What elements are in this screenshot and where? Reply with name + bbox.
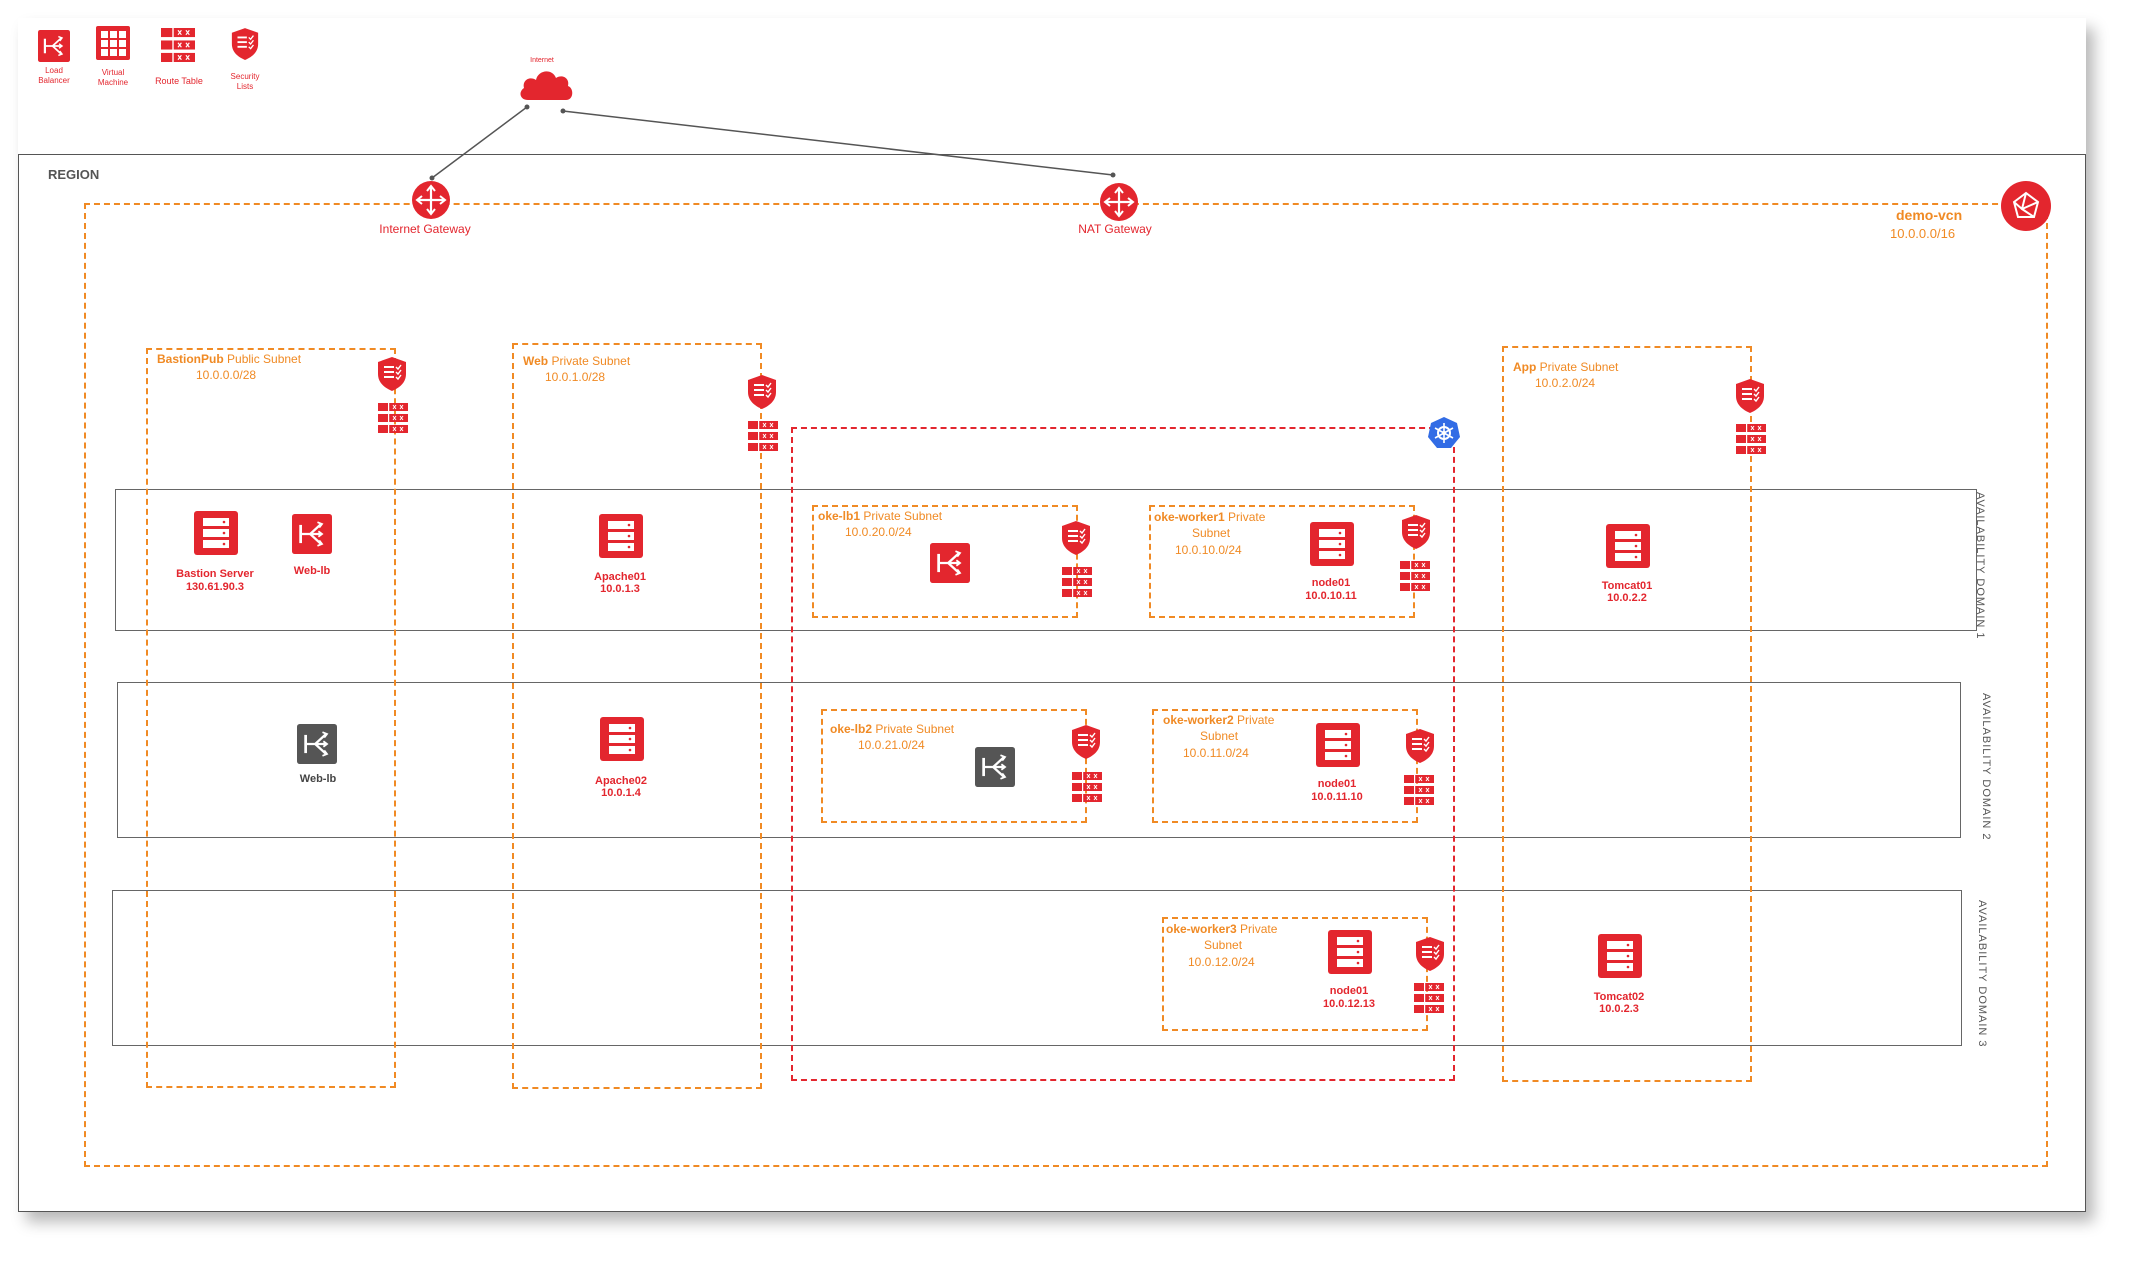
region-label: REGION — [48, 167, 100, 182]
bastion-subnet-title: BastionPub Public Subnet — [157, 352, 302, 366]
bastion-subnet — [146, 348, 396, 1088]
bastion-server-ip: 130.61.90.3 — [185, 581, 245, 593]
web-lb-ad2-name: Web-lb — [299, 773, 337, 785]
apache02-ip: 10.0.1.4 — [601, 787, 641, 799]
oke-worker2-subnet-type2: Subnet — [1200, 729, 1239, 743]
oke-worker3-security-list-icon — [1414, 934, 1446, 974]
apache02-vm-icon — [600, 717, 644, 761]
legend-route-table-icon — [160, 28, 196, 62]
oke-lb2-subnet-cidr: 10.0.21.0/24 — [858, 738, 925, 752]
app-subnet-cidr: 10.0.2.0/24 — [1535, 376, 1596, 390]
oke-worker1-security-list-icon — [1400, 512, 1432, 552]
web-subnet-title: Web Private Subnet — [523, 354, 631, 368]
oke-worker3-subnet-title: oke-worker3 Private — [1166, 922, 1278, 936]
bastion-route-table-icon — [378, 403, 408, 433]
node-ad2-ip: 10.0.11.10 — [1311, 791, 1363, 803]
availability-domain-1-label: AVAILABILITY DOMAIN 1 — [1974, 492, 1986, 640]
node-ad1-ip: 10.0.10.11 — [1305, 590, 1357, 602]
legend-virtual-machine-icon — [96, 26, 130, 60]
tomcat01-vm-icon — [1606, 524, 1650, 568]
oke-lb1-route-table-icon — [1062, 567, 1092, 597]
nat-gateway-icon — [1099, 182, 1139, 222]
web-subnet — [512, 343, 762, 1089]
node-ad3-ip: 10.0.12.13 — [1323, 998, 1375, 1010]
internet-cloud-icon — [520, 71, 573, 100]
availability-domain-2-label: AVAILABILITY DOMAIN 2 — [1980, 693, 1992, 841]
oke-worker3-subnet-cidr: 10.0.12.0/24 — [1188, 955, 1255, 969]
oke-lb1-subnet-cidr: 10.0.20.0/24 — [845, 525, 912, 539]
vcn-name: demo-vcn — [1896, 207, 1963, 223]
oke-lb2-subnet-title: oke-lb2 Private Subnet — [830, 722, 955, 736]
legend-security-lists-label: Security Lists — [230, 72, 260, 91]
vcn-icon — [2001, 181, 2051, 231]
web-lb-ad1-name: Web-lb — [293, 565, 331, 577]
internet-gateway-icon — [411, 180, 451, 220]
node-ad2-vm-icon — [1316, 723, 1360, 767]
internet-gateway-label: Internet Gateway — [379, 222, 471, 236]
bastion-server-vm-icon — [194, 511, 238, 555]
web-security-list-icon — [746, 372, 778, 412]
legend-load-balancer-label: Load Balancer — [38, 66, 70, 85]
nat-gateway-label: NAT Gateway — [1078, 222, 1152, 236]
oke-worker1-subnet-title: oke-worker1 Private — [1154, 510, 1266, 524]
oke-lb2-load-balancer-icon — [975, 747, 1015, 787]
legend-security-lists-icon — [230, 24, 260, 64]
node-ad3-name: node01 — [1329, 985, 1369, 997]
tomcat01-ip: 10.0.2.2 — [1607, 592, 1647, 604]
bastion-server-name: Bastion Server — [176, 568, 254, 580]
oke-worker2-subnet-title: oke-worker2 Private — [1163, 713, 1275, 727]
apache01-vm-icon — [599, 514, 643, 558]
app-subnet-title: App Private Subnet — [1513, 360, 1619, 374]
oke-lb1-subnet-title: oke-lb1 Private Subnet — [818, 509, 943, 523]
oke-worker3-route-table-icon — [1414, 983, 1444, 1013]
internet-label: Internet — [530, 57, 554, 64]
oke-lb2-security-list-icon — [1070, 722, 1102, 762]
oke-worker3-subnet-type2: Subnet — [1204, 938, 1243, 952]
oke-worker2-security-list-icon — [1404, 726, 1436, 766]
oke-lb1-security-list-icon — [1060, 518, 1092, 558]
oke-lb1-load-balancer-icon — [930, 543, 970, 583]
web-subnet-cidr: 10.0.1.0/28 — [545, 370, 606, 384]
kubernetes-icon — [1428, 417, 1460, 448]
node-ad3-vm-icon — [1328, 930, 1372, 974]
legend-route-table-label: Route Table — [155, 76, 203, 86]
oke-worker2-subnet-cidr: 10.0.11.0/24 — [1183, 746, 1249, 760]
oke-worker1-route-table-icon — [1400, 561, 1430, 591]
availability-domain-3-label: AVAILABILITY DOMAIN 3 — [1976, 900, 1988, 1048]
app-route-table-icon — [1736, 424, 1766, 454]
bastion-subnet-cidr: 10.0.0.0/28 — [196, 368, 257, 382]
tomcat02-vm-icon — [1598, 934, 1642, 978]
node-ad1-vm-icon — [1310, 522, 1354, 566]
app-security-list-icon — [1734, 376, 1766, 416]
oke-worker1-subnet-cidr: 10.0.10.0/24 — [1175, 543, 1242, 557]
oke-worker1-subnet-type2: Subnet — [1192, 526, 1231, 540]
oke-lb2-route-table-icon — [1072, 772, 1102, 802]
tomcat02-ip: 10.0.2.3 — [1599, 1003, 1639, 1015]
web-route-table-icon — [748, 421, 778, 451]
web-lb-ad2-load-balancer-icon — [297, 724, 337, 764]
vcn-cidr: 10.0.0.0/16 — [1890, 226, 1956, 241]
bastion-security-list-icon — [376, 354, 408, 394]
node-ad1-name: node01 — [1311, 577, 1351, 589]
legend-virtual-machine-label: Virtual Machine — [97, 68, 129, 87]
web-lb-ad1-load-balancer-icon — [292, 514, 332, 554]
node-ad2-name: node01 — [1317, 778, 1357, 790]
legend-load-balancer-icon — [38, 30, 70, 62]
oke-worker2-route-table-icon — [1404, 775, 1434, 805]
apache01-ip: 10.0.1.3 — [600, 583, 640, 595]
